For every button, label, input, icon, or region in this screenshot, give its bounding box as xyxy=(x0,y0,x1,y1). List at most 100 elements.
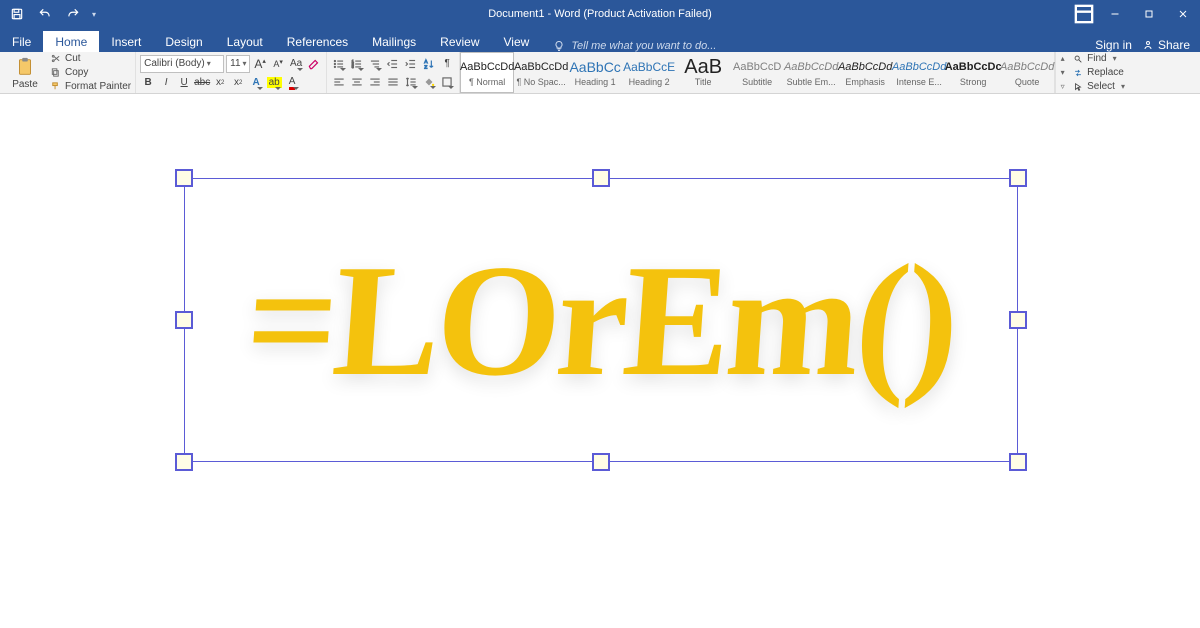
decrease-indent-button[interactable] xyxy=(385,56,401,72)
style-label: Subtle Em... xyxy=(787,77,836,87)
minimize-button[interactable] xyxy=(1098,0,1132,28)
style-item-heading-2[interactable]: AaBbCcEHeading 2 xyxy=(622,52,676,93)
line-spacing-button[interactable] xyxy=(403,74,419,90)
group-styles: AaBbCcDd¶ NormalAaBbCcDd¶ No Spac...AaBb… xyxy=(460,52,1055,93)
style-item--normal[interactable]: AaBbCcDd¶ Normal xyxy=(460,52,514,93)
strikethrough-button[interactable]: abc xyxy=(194,75,210,91)
svg-text:Z: Z xyxy=(424,64,427,69)
redo-button[interactable] xyxy=(62,3,84,25)
style-item-subtle-em-[interactable]: AaBbCcDdSubtle Em... xyxy=(784,52,838,93)
tell-me-input[interactable]: Tell me what you want to do... xyxy=(541,40,1095,52)
svg-text:A: A xyxy=(424,58,428,63)
resize-handle-top-right[interactable] xyxy=(1009,169,1027,187)
bullets-button[interactable] xyxy=(331,56,347,72)
sign-in-button[interactable]: Sign in xyxy=(1095,38,1132,52)
bold-button[interactable]: B xyxy=(140,75,156,91)
underline-button[interactable]: U xyxy=(176,75,192,91)
style-item-quote[interactable]: AaBbCcDdQuote xyxy=(1000,52,1054,93)
style-preview: AaBbCcDc xyxy=(945,58,1002,76)
tab-design[interactable]: Design xyxy=(153,31,214,52)
font-size-combo[interactable]: 11▾ xyxy=(226,55,250,73)
qat-customize-button[interactable]: ▾ xyxy=(90,3,98,25)
resize-handle-bottom-left[interactable] xyxy=(175,453,193,471)
change-case-button[interactable]: Aa xyxy=(288,56,304,72)
text-effects-button[interactable]: A xyxy=(248,75,264,91)
style-item-title[interactable]: AaBTitle xyxy=(676,52,730,93)
tell-me-placeholder: Tell me what you want to do... xyxy=(571,40,716,52)
resize-handle-top-left[interactable] xyxy=(175,169,193,187)
align-right-button[interactable] xyxy=(367,74,383,90)
resize-handle-middle-left[interactable] xyxy=(175,311,193,329)
maximize-button[interactable] xyxy=(1132,0,1166,28)
style-item-heading-1[interactable]: AaBbCcHeading 1 xyxy=(568,52,622,93)
superscript-button[interactable]: x2 xyxy=(230,75,246,91)
style-preview: AaBbCcDd xyxy=(1000,58,1054,76)
font-color-button[interactable]: A xyxy=(284,75,300,91)
align-left-button[interactable] xyxy=(331,74,347,90)
resize-handle-bottom-right[interactable] xyxy=(1009,453,1027,471)
style-label: Title xyxy=(695,77,712,87)
ribbon-options-button[interactable] xyxy=(1070,0,1098,28)
subscript-button[interactable]: x2 xyxy=(212,75,228,91)
cut-button[interactable]: Cut xyxy=(50,52,131,65)
tab-mailings[interactable]: Mailings xyxy=(360,31,428,52)
style-preview: AaBbCcDd xyxy=(892,58,946,76)
share-label: Share xyxy=(1158,38,1190,52)
sort-button[interactable]: AZ xyxy=(421,56,437,72)
search-icon xyxy=(1073,54,1083,64)
selected-object[interactable]: =LOrEm() xyxy=(184,178,1018,462)
multilevel-icon xyxy=(368,57,382,71)
wordart-content: =LOrEm() xyxy=(241,228,962,413)
highlight-button[interactable]: ab xyxy=(266,75,282,91)
style-preview: AaBbCcDd xyxy=(514,58,568,76)
justify-button[interactable] xyxy=(385,74,401,90)
share-button[interactable]: Share xyxy=(1142,38,1190,52)
borders-button[interactable] xyxy=(439,74,455,90)
numbering-button[interactable]: 123 xyxy=(349,56,365,72)
style-item-emphasis[interactable]: AaBbCcDdEmphasis xyxy=(838,52,892,93)
multilevel-list-button[interactable] xyxy=(367,56,383,72)
eraser-icon xyxy=(307,57,321,71)
show-marks-button[interactable]: ¶ xyxy=(439,56,455,72)
tab-review[interactable]: Review xyxy=(428,31,491,52)
tab-insert[interactable]: Insert xyxy=(99,31,153,52)
align-right-icon xyxy=(368,75,382,89)
close-button[interactable] xyxy=(1166,0,1200,28)
increase-indent-button[interactable] xyxy=(403,56,419,72)
select-button[interactable]: Select▾ xyxy=(1073,80,1125,93)
font-name-combo[interactable]: Calibri (Body)▾ xyxy=(140,55,224,73)
document-area[interactable]: =LOrEm() xyxy=(0,94,1200,628)
styles-gallery-more[interactable]: ▴▾▿ xyxy=(1055,52,1069,93)
paste-label: Paste xyxy=(12,79,38,90)
window-controls xyxy=(1070,0,1200,28)
undo-button[interactable] xyxy=(34,3,56,25)
resize-handle-top-middle[interactable] xyxy=(592,169,610,187)
shading-button[interactable] xyxy=(421,74,437,90)
tab-view[interactable]: View xyxy=(492,31,542,52)
replace-icon xyxy=(1073,68,1083,78)
style-item--no-spac-[interactable]: AaBbCcDd¶ No Spac... xyxy=(514,52,568,93)
style-item-subtitle[interactable]: AaBbCcDSubtitle xyxy=(730,52,784,93)
format-painter-button[interactable]: Format Painter xyxy=(50,80,131,93)
clear-formatting-button[interactable] xyxy=(306,56,322,72)
tab-home[interactable]: Home xyxy=(43,31,99,52)
tab-layout[interactable]: Layout xyxy=(215,31,275,52)
tab-file[interactable]: File xyxy=(0,31,43,52)
paste-button[interactable]: Paste xyxy=(4,56,46,90)
window-title: Document1 - Word (Product Activation Fai… xyxy=(488,8,712,20)
grow-font-button[interactable]: A▴ xyxy=(252,56,268,72)
resize-handle-middle-right[interactable] xyxy=(1009,311,1027,329)
style-item-strong[interactable]: AaBbCcDcStrong xyxy=(946,52,1000,93)
wordart-text[interactable]: =LOrEm() xyxy=(184,178,1018,462)
titlebar: ▾ Document1 - Word (Product Activation F… xyxy=(0,0,1200,28)
style-item-intense-e-[interactable]: AaBbCcDdIntense E... xyxy=(892,52,946,93)
align-center-button[interactable] xyxy=(349,74,365,90)
copy-button[interactable]: Copy xyxy=(50,66,131,79)
replace-button[interactable]: Replace xyxy=(1073,66,1124,79)
italic-button[interactable]: I xyxy=(158,75,174,91)
find-button[interactable]: Find▾ xyxy=(1073,52,1116,65)
tab-references[interactable]: References xyxy=(275,31,360,52)
save-button[interactable] xyxy=(6,3,28,25)
shrink-font-button[interactable]: A▾ xyxy=(270,56,286,72)
resize-handle-bottom-middle[interactable] xyxy=(592,453,610,471)
